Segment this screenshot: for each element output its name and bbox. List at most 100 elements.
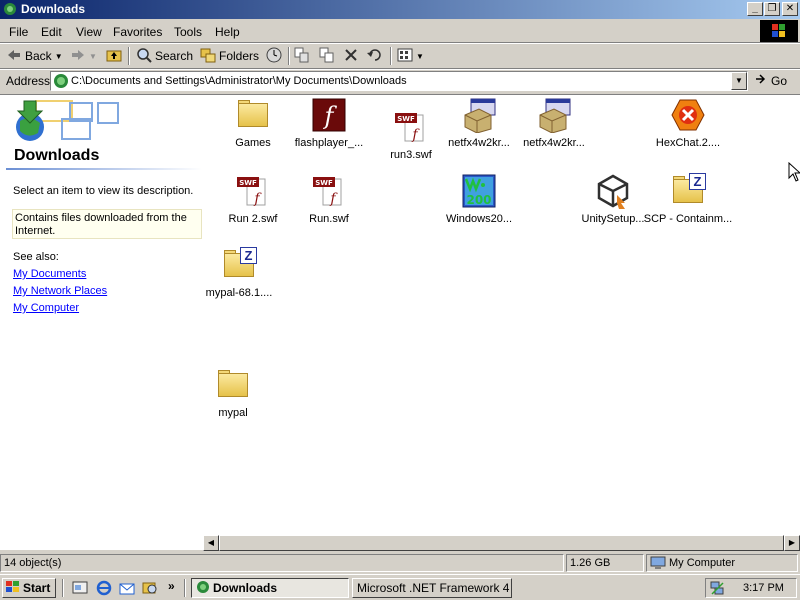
title-bar: Downloads _ ❐ ✕ [0, 0, 800, 19]
back-label: Back [25, 49, 52, 63]
menu-file[interactable]: File [9, 25, 28, 39]
folders-button[interactable]: Folders [200, 46, 259, 66]
toolbar-separator [390, 47, 392, 65]
history-button[interactable] [265, 46, 283, 66]
copy-to-button[interactable] [319, 46, 335, 66]
search-shortcut-icon[interactable] [142, 580, 158, 599]
horizontal-scrollbar[interactable]: ◀ ▶ [203, 535, 800, 551]
pane-title: Downloads [14, 147, 100, 164]
up-folder-icon [106, 48, 122, 65]
file-label: HexChat.2.... [655, 137, 721, 149]
delete-icon [344, 48, 358, 65]
forward-arrow-icon [70, 48, 86, 65]
clock[interactable]: 3:17 PM [743, 582, 784, 594]
close-button[interactable]: ✕ [782, 2, 798, 16]
internet-explorer-icon[interactable] [96, 580, 112, 599]
address-input[interactable]: C:\Documents and Settings\Administrator\… [50, 71, 748, 91]
toolbar-separator [288, 47, 290, 65]
move-to-button[interactable] [294, 46, 310, 66]
menu-view[interactable]: View [76, 25, 102, 39]
svg-text:SWF: SWF [315, 179, 333, 187]
scroll-right-icon[interactable]: ▶ [784, 535, 800, 551]
address-label: Address [6, 74, 51, 88]
toolbar: Back ▼ ▼ Search Folders ▼ [0, 44, 800, 68]
status-zone: My Computer [646, 554, 798, 572]
file-label: mypal [218, 407, 248, 419]
address-path: C:\Documents and Settings\Administrator\… [71, 75, 407, 87]
maximize-button[interactable]: ❐ [764, 2, 780, 16]
file-label: Run.swf [309, 213, 349, 225]
link-my-network-places[interactable]: My Network Places [13, 285, 107, 297]
task-label: Microsoft .NET Framework 4 ... [357, 581, 512, 595]
task-button-dotnet-setup[interactable]: Microsoft .NET Framework 4 ... [352, 578, 512, 598]
web-view-pane: Downloads Select an item to view its des… [0, 95, 205, 551]
file-item-scp-containment[interactable]: Z SCP - Containm... [643, 173, 733, 226]
mouse-cursor-icon [788, 161, 800, 185]
status-size: 1.26 GB [566, 554, 644, 572]
status-zone-label: My Computer [669, 557, 736, 569]
file-label: SCP - Containm... [643, 213, 733, 225]
delete-button[interactable] [344, 46, 358, 66]
network-tray-icon[interactable] [709, 580, 725, 599]
scroll-left-icon[interactable]: ◀ [203, 535, 219, 551]
history-icon [265, 46, 283, 67]
file-item-run-swf[interactable]: SWF f Run.swf [284, 173, 374, 226]
outlook-express-icon[interactable] [119, 580, 135, 599]
forward-button[interactable]: ▼ [70, 46, 97, 66]
undo-icon [367, 48, 383, 65]
link-my-computer[interactable]: My Computer [13, 302, 79, 314]
menu-tools[interactable]: Tools [174, 25, 202, 39]
address-bar: Address C:\Documents and Settings\Admini… [0, 70, 800, 93]
go-button[interactable]: Go [755, 73, 787, 88]
folder-view: Downloads Select an item to view its des… [0, 94, 800, 551]
file-item-netfx-2[interactable]: netfx4w2kr... [509, 97, 599, 150]
folder-icon [215, 367, 251, 403]
file-item-windows2000[interactable]: 200 Windows20... [434, 173, 524, 226]
installer-box-icon [536, 97, 572, 134]
show-desktop-icon[interactable] [72, 580, 88, 599]
folders-icon [200, 47, 216, 66]
link-my-documents[interactable]: My Documents [13, 268, 86, 280]
file-item-mypal[interactable]: mypal [188, 367, 278, 420]
unity-icon [595, 173, 631, 209]
hexchat-icon [670, 97, 706, 133]
swf-file-icon: SWF f [311, 173, 347, 209]
windows2000-icon: 200 [461, 173, 497, 209]
menu-favorites[interactable]: Favorites [113, 25, 162, 39]
go-label: Go [771, 73, 788, 88]
windows-flag-icon [6, 580, 20, 596]
search-icon [136, 47, 152, 66]
back-arrow-icon [6, 48, 22, 65]
task-label: Downloads [213, 581, 278, 595]
up-folder-button[interactable] [106, 46, 122, 66]
folders-label: Folders [219, 49, 260, 63]
file-item-mypal-archive[interactable]: Z mypal-68.1.... [194, 247, 284, 300]
views-dropdown-icon: ▼ [416, 51, 424, 61]
taskbar: Start » Downloads Microsoft .NET Framewo… [0, 574, 800, 600]
file-label: flashplayer_... [294, 137, 364, 149]
scrollbar-thumb[interactable] [219, 535, 784, 551]
minimize-button[interactable]: _ [747, 2, 763, 16]
file-item-flashplayer[interactable]: f flashplayer_... [284, 97, 374, 150]
back-button[interactable]: Back ▼ [6, 46, 63, 66]
toolbar-separator [128, 47, 130, 65]
search-button[interactable]: Search [136, 46, 193, 66]
downloads-banner-icon [2, 97, 122, 150]
copy-to-icon [319, 47, 335, 66]
start-button[interactable]: Start [2, 578, 56, 598]
file-item-hexchat[interactable]: HexChat.2.... [643, 97, 733, 150]
folder-location-icon [53, 73, 69, 92]
status-object-count: 14 object(s) [0, 554, 564, 572]
menu-edit[interactable]: Edit [41, 25, 62, 39]
undo-button[interactable] [367, 46, 383, 66]
file-label: Windows20... [445, 213, 513, 225]
address-dropdown-icon[interactable]: ▼ [731, 72, 747, 90]
menu-help[interactable]: Help [215, 25, 240, 39]
windows-logo-icon [760, 20, 798, 42]
see-also-label: See also: [13, 251, 59, 263]
menu-bar: File Edit View Favorites Tools Help [0, 20, 800, 42]
task-button-downloads[interactable]: Downloads [191, 578, 349, 598]
views-button[interactable]: ▼ [397, 46, 424, 66]
swf-file-icon: SWF f [235, 173, 271, 209]
quick-launch-more-icon[interactable]: » [168, 579, 175, 593]
